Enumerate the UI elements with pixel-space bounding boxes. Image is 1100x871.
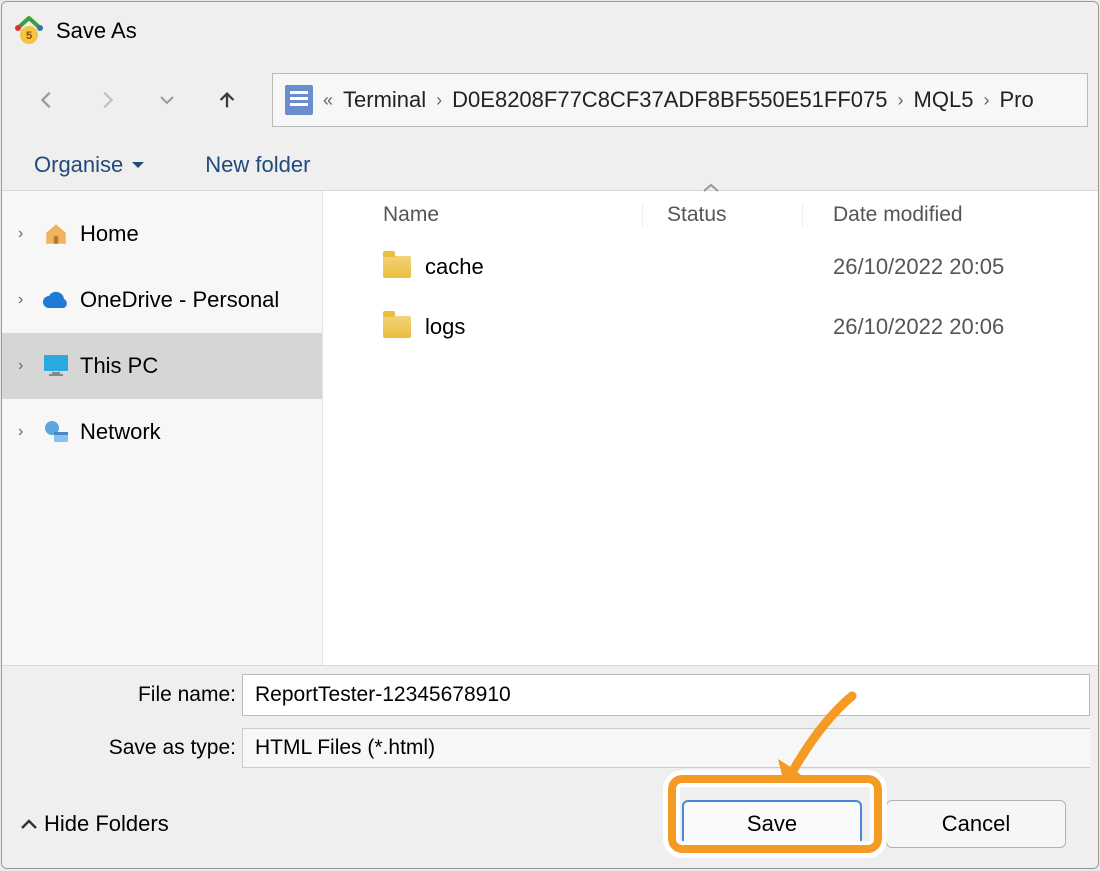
breadcrumb-item[interactable]: D0E8208F77C8CF37ADF8BF550E51FF075: [452, 87, 887, 113]
breadcrumb[interactable]: « Terminal › D0E8208F77C8CF37ADF8BF550E5…: [272, 73, 1088, 127]
sidebar-item-onedrive[interactable]: › OneDrive - Personal: [2, 267, 322, 333]
network-icon: [42, 418, 70, 446]
sidebar-item-label: This PC: [80, 353, 158, 379]
type-row: Save as type: HTML Files (*.html): [2, 720, 1098, 772]
chevron-right-icon: ›: [436, 90, 442, 111]
back-button[interactable]: [32, 85, 62, 115]
chevron-up-icon: [20, 817, 38, 831]
hide-folders-label: Hide Folders: [44, 811, 169, 837]
dialog-title: Save As: [56, 18, 137, 44]
titlebar: 5 Save As: [2, 2, 1098, 60]
bottom-pane: File name: Save as type: HTML Files (*.h…: [2, 665, 1098, 868]
expand-chevron-icon[interactable]: ›: [18, 357, 32, 375]
save-button[interactable]: Save: [682, 800, 862, 848]
expand-chevron-icon[interactable]: ›: [18, 225, 32, 243]
home-icon: [42, 220, 70, 248]
recent-dropdown-icon[interactable]: [152, 85, 182, 115]
filename-label: File name:: [14, 683, 242, 707]
nav-row: « Terminal › D0E8208F77C8CF37ADF8BF550E5…: [2, 60, 1098, 140]
column-headers: Name Status Date modified: [323, 187, 1098, 237]
filename-row: File name:: [2, 666, 1098, 720]
filename-input[interactable]: [242, 674, 1090, 716]
file-pane: Name Status Date modified cache 26/10/20…: [322, 191, 1098, 665]
breadcrumb-item[interactable]: MQL5: [914, 87, 974, 113]
forward-button[interactable]: [92, 85, 122, 115]
app-icon: 5: [12, 14, 46, 48]
sidebar-item-this-pc[interactable]: › This PC: [2, 333, 322, 399]
new-folder-button[interactable]: New folder: [205, 152, 310, 178]
breadcrumb-item[interactable]: Terminal: [343, 87, 426, 113]
chevron-right-icon: ›: [983, 90, 989, 111]
monitor-icon: [42, 352, 70, 380]
sidebar-item-label: Network: [80, 419, 161, 445]
organise-label: Organise: [34, 152, 123, 178]
file-name: logs: [425, 314, 465, 340]
file-name: cache: [425, 254, 484, 280]
expand-chevron-icon[interactable]: ›: [18, 291, 32, 309]
type-value: HTML Files (*.html): [255, 736, 435, 760]
overflow-chev[interactable]: «: [323, 90, 333, 111]
organise-menu[interactable]: Organise: [34, 152, 145, 178]
sidebar-item-network[interactable]: › Network: [2, 399, 322, 465]
action-buttons: Save Cancel: [682, 800, 1066, 848]
sidebar: › Home › OneDrive - Personal › This PC: [2, 191, 322, 665]
sidebar-item-home[interactable]: › Home: [2, 201, 322, 267]
body: › Home › OneDrive - Personal › This PC: [2, 190, 1098, 665]
cancel-button[interactable]: Cancel: [886, 800, 1066, 848]
cloud-icon: [42, 286, 70, 314]
column-date[interactable]: Date modified: [803, 203, 1098, 227]
sidebar-item-label: Home: [80, 221, 139, 247]
chevron-right-icon: ›: [898, 90, 904, 111]
breadcrumb-item[interactable]: Pro: [999, 87, 1033, 113]
type-select[interactable]: HTML Files (*.html): [242, 728, 1090, 768]
location-icon: [285, 85, 313, 115]
sidebar-item-label: OneDrive - Personal: [80, 287, 279, 313]
folder-icon: [383, 316, 411, 338]
type-label: Save as type:: [14, 736, 242, 760]
file-date: 26/10/2022 20:05: [803, 254, 1098, 280]
file-date: 26/10/2022 20:06: [803, 314, 1098, 340]
column-status[interactable]: Status: [643, 203, 803, 227]
folder-row[interactable]: cache 26/10/2022 20:05: [323, 237, 1098, 297]
column-name[interactable]: Name: [323, 203, 643, 227]
up-button[interactable]: [212, 85, 242, 115]
folder-row[interactable]: logs 26/10/2022 20:06: [323, 297, 1098, 357]
button-row: Hide Folders Save Cancel: [2, 772, 1098, 868]
folder-icon: [383, 256, 411, 278]
expand-chevron-icon[interactable]: ›: [18, 423, 32, 441]
dropdown-icon: [131, 160, 145, 170]
svg-text:5: 5: [26, 30, 32, 42]
save-as-dialog: 5 Save As « Terminal › D0E8208F77C8CF37A…: [1, 1, 1099, 869]
hide-folders-button[interactable]: Hide Folders: [20, 811, 169, 837]
